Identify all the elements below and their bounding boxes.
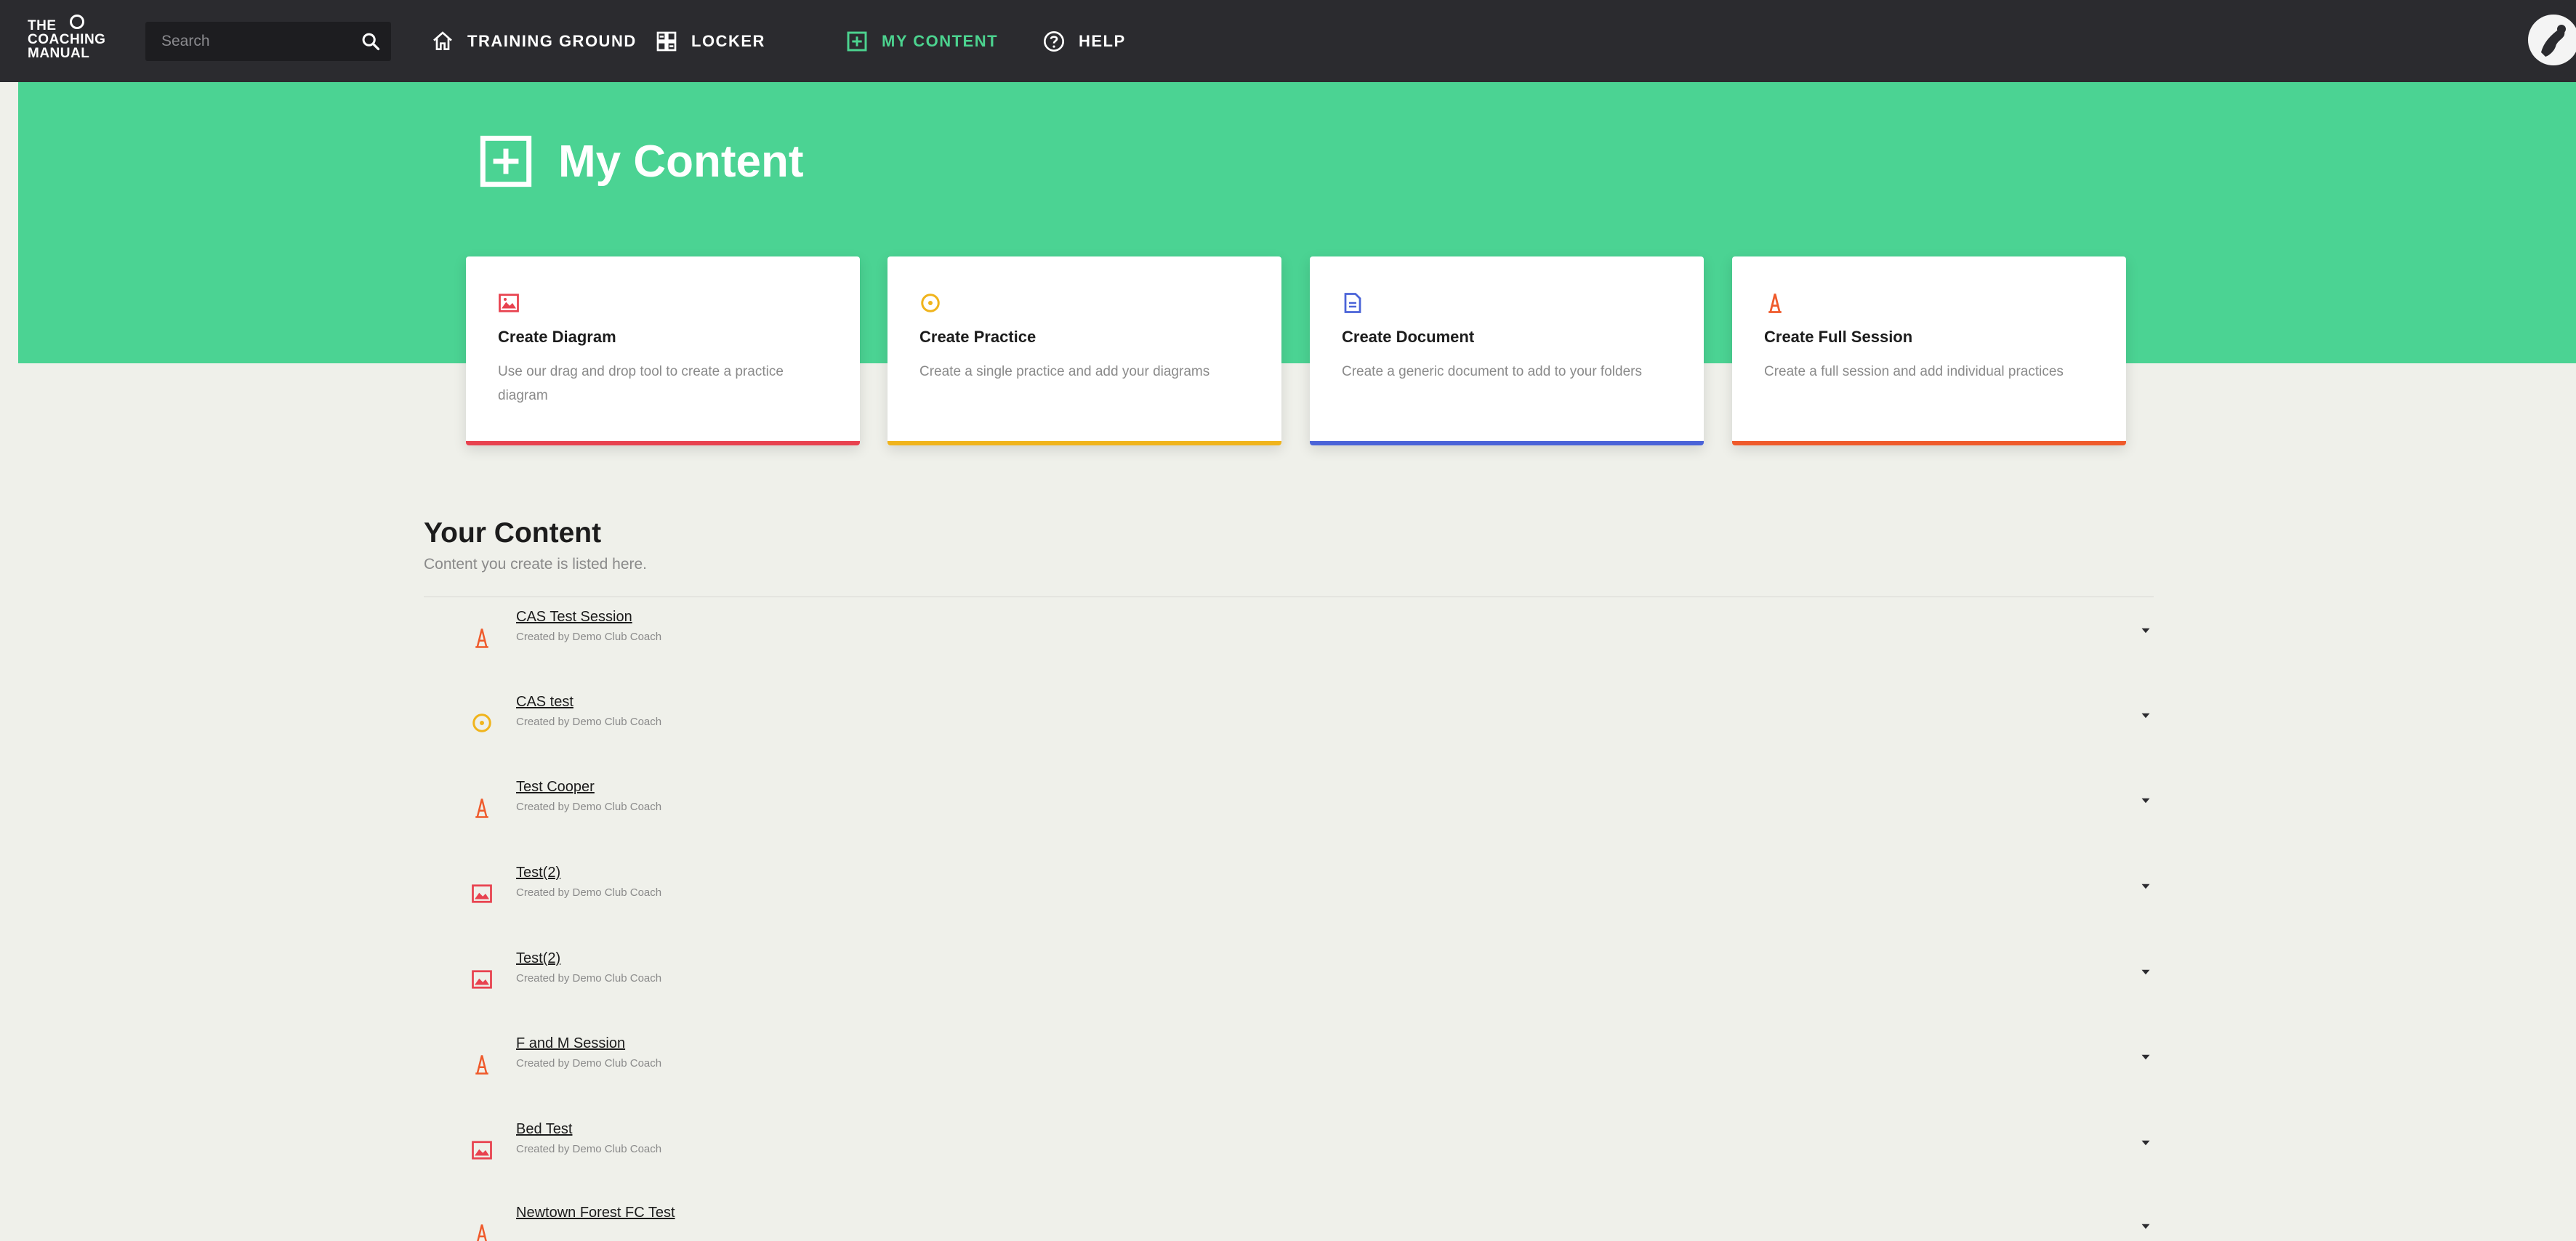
document-icon <box>1344 293 1361 313</box>
list-item-meta: Created by Demo Club Coach <box>516 886 662 899</box>
logo-text-line2: COACHING <box>28 32 106 47</box>
your-content-heading: Your Content <box>424 517 602 549</box>
session-icon <box>475 799 488 818</box>
plus-square-icon <box>480 135 532 187</box>
diagram-icon <box>499 294 519 312</box>
card-accent-bar <box>1732 441 2126 445</box>
user-avatar[interactable] <box>2528 15 2576 65</box>
list-item-meta: Created by Demo Club Coach <box>516 972 662 985</box>
list-item-title[interactable]: Test(2) <box>516 950 560 967</box>
list-item-title[interactable]: Test(2) <box>516 865 560 881</box>
create-diagram-card[interactable]: Create Diagram Use our drag and drop too… <box>466 256 860 445</box>
chevron-down-icon[interactable] <box>2138 1051 2154 1063</box>
session-icon <box>477 1224 487 1241</box>
list-item-title[interactable]: CAS Test Session <box>516 609 632 626</box>
logo-text-line3: MANUAL <box>28 46 90 61</box>
card-accent-bar <box>887 441 1281 445</box>
list-item-title[interactable]: Newtown Forest FC Test <box>516 1205 675 1221</box>
practice-icon <box>921 294 940 312</box>
nav-my-content[interactable]: MY CONTENT <box>845 25 998 57</box>
diagram-icon <box>472 884 492 903</box>
list-item-meta: Created by Demo Club Coach <box>516 1057 662 1070</box>
top-navigation-bar: THE COACHING MANUAL TRAINING GROUND LOCK… <box>0 0 2576 82</box>
chevron-down-icon[interactable] <box>2138 625 2154 636</box>
list-item-title[interactable]: F and M Session <box>516 1035 625 1052</box>
your-content-subtitle: Content you create is listed here. <box>424 556 648 573</box>
list-item-meta: Created by Demo Club Coach <box>516 631 662 643</box>
logo-ball-icon <box>70 15 84 29</box>
create-full-session-card[interactable]: Create Full Session Create a full sessio… <box>1732 256 2126 445</box>
home-icon <box>433 31 452 50</box>
nav-locker[interactable]: LOCKER <box>655 25 765 57</box>
search-input[interactable] <box>145 22 349 61</box>
create-document-card[interactable]: Create Document Create a generic documen… <box>1310 256 1704 445</box>
hero-banner <box>18 82 2576 363</box>
nav-training-ground-label: TRAINING GROUND <box>467 32 637 50</box>
list-item[interactable]: CAS test Created by Demo Club Coach <box>424 694 2154 767</box>
card-description: Use our drag and drop tool to create a p… <box>498 364 784 403</box>
nav-locker-label: LOCKER <box>691 32 765 50</box>
card-description: Create a generic document to add to your… <box>1342 364 1642 379</box>
diagram-icon <box>472 1141 492 1160</box>
card-description: Create a single practice and add your di… <box>919 364 1210 379</box>
list-item-meta: Created by Demo Club Coach <box>516 801 662 813</box>
list-item[interactable]: Bed Test Created by Demo Club Coach <box>424 1121 2154 1194</box>
chevron-down-icon[interactable] <box>2138 795 2154 807</box>
nav-help-label: HELP <box>1079 32 1126 50</box>
nav-training-ground[interactable]: TRAINING GROUND <box>431 25 637 57</box>
card-title: Create Practice <box>919 328 1037 346</box>
list-item[interactable]: Newtown Forest FC Test <box>424 1205 2154 1241</box>
search-box <box>145 22 391 61</box>
plus-square-icon <box>847 31 867 52</box>
list-item-title[interactable]: Test Cooper <box>516 779 595 796</box>
chevron-down-icon[interactable] <box>2138 1137 2154 1149</box>
list-item[interactable]: Test Cooper Created by Demo Club Coach <box>424 779 2154 852</box>
card-description: Create a full session and add individual… <box>1764 364 2064 379</box>
list-item-title[interactable]: CAS test <box>516 694 573 711</box>
card-title: Create Diagram <box>498 328 616 346</box>
coaching-manual-logo[interactable]: THE COACHING MANUAL <box>28 15 122 64</box>
create-practice-card[interactable]: Create Practice Create a single practice… <box>887 256 1281 445</box>
list-item[interactable]: Test(2) Created by Demo Club Coach <box>424 865 2154 937</box>
search-icon[interactable] <box>361 31 381 52</box>
help-icon <box>1044 31 1064 52</box>
card-title: Create Full Session <box>1764 328 1913 346</box>
page-title: My Content <box>478 132 804 190</box>
card-title: Create Document <box>1342 328 1475 346</box>
card-accent-bar <box>466 441 860 445</box>
list-item-meta: Created by Demo Club Coach <box>516 716 662 728</box>
session-icon <box>1768 294 1782 313</box>
list-item-title[interactable]: Bed Test <box>516 1121 572 1138</box>
page-title-text: My Content <box>558 136 804 187</box>
list-item-meta: Created by Demo Club Coach <box>516 1143 662 1155</box>
session-icon <box>475 628 488 648</box>
nav-my-content-label: MY CONTENT <box>882 32 999 50</box>
chevron-down-icon[interactable] <box>2138 966 2154 978</box>
chevron-down-icon[interactable] <box>2138 881 2154 892</box>
list-item[interactable]: F and M Session Created by Demo Club Coa… <box>424 1035 2154 1108</box>
chevron-down-icon[interactable] <box>2138 710 2154 721</box>
list-item[interactable]: CAS Test Session Created by Demo Club Co… <box>424 609 2154 682</box>
session-icon <box>475 1055 488 1075</box>
practice-icon <box>472 714 491 732</box>
card-accent-bar <box>1310 441 1704 445</box>
diagram-icon <box>472 970 492 989</box>
nav-help[interactable]: HELP <box>1042 25 1126 57</box>
list-item[interactable]: Test(2) Created by Demo Club Coach <box>424 950 2154 1023</box>
avatar-image-icon <box>2529 16 2576 64</box>
chevron-down-icon[interactable] <box>2138 1221 2154 1232</box>
locker-icon <box>656 31 677 52</box>
